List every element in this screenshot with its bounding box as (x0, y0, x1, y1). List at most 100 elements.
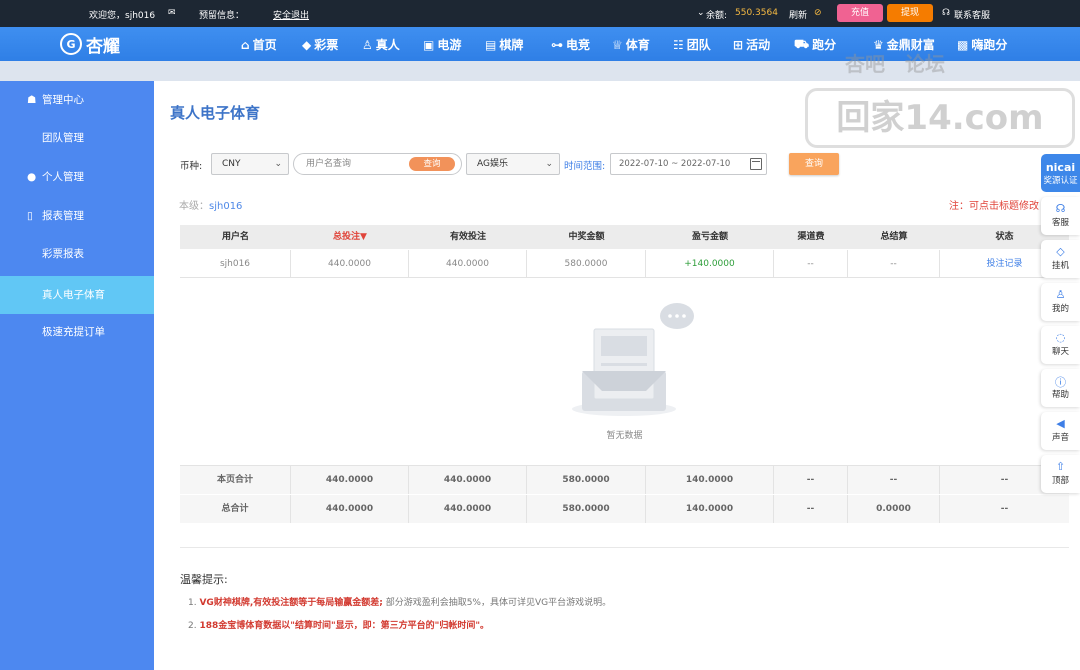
nav-team[interactable]: ☷ 团队 (673, 36, 711, 53)
refresh-button[interactable]: 刷新 (789, 8, 807, 21)
col-win-amount[interactable]: 中奖金额 (527, 225, 646, 249)
tip-highlight: 188金宝博体育数据以"结算时间"显示，即：第三方平台的"归帐时间"。 (199, 621, 490, 631)
cell-profit: +140.0000 (646, 250, 774, 277)
sidebar-item-team-management[interactable]: 团队管理 (0, 120, 154, 156)
username-search: 查询 (293, 153, 462, 175)
username-search-button[interactable]: 查询 (409, 157, 455, 171)
sidebar-item-live-electronic-sports[interactable]: 真人电子体育 (0, 276, 154, 314)
float-sound[interactable]: ◀ 声音 (1041, 412, 1080, 450)
username-search-input[interactable] (306, 157, 401, 171)
recharge-button[interactable]: 充值 (837, 4, 883, 22)
nav-label: 棋牌 (499, 38, 524, 52)
empty-state: 暂无数据 (180, 279, 1069, 466)
empty-data-icon (572, 303, 694, 416)
sidebar-item-label: 报表管理 (42, 210, 84, 222)
gamepad-icon: ⊶ (551, 37, 563, 52)
nav-paofen[interactable]: ⛟ 跑分 (794, 36, 836, 53)
float-help[interactable]: ⓘ 帮助 (1041, 369, 1080, 407)
level-label: 本级： (179, 201, 209, 212)
col-valid-bet[interactable]: 有效投注 (409, 225, 527, 249)
nav-chess[interactable]: ▤ 棋牌 (485, 36, 523, 53)
hide-eye-icon[interactable]: ⊘ (814, 8, 822, 18)
date-range-input[interactable]: 2022-07-10 ~ 2022-07-10 (610, 153, 767, 175)
page-total-settle: -- (848, 466, 940, 494)
watermark: 回家14.com (805, 88, 1075, 148)
chevron-down-icon: ⌄ (545, 159, 553, 169)
nav-label: 电游 (437, 38, 462, 52)
nav-live[interactable]: ♙ 真人 (362, 36, 400, 53)
query-button[interactable]: 查询 (789, 153, 839, 175)
sidebar-item-management-center[interactable]: ☗ 管理中心 (0, 82, 154, 118)
currency-select[interactable]: CNY ⌄ (211, 153, 289, 175)
col-settlement[interactable]: 总结算 (848, 225, 940, 249)
mail-icon[interactable]: ✉ (168, 8, 176, 18)
sidebar-item-report-management[interactable]: ▯ 报表管理 (0, 198, 154, 234)
nicai-cert-badge[interactable]: nicai 奖源认证 (1041, 154, 1080, 192)
home-icon: ⌂ (241, 37, 250, 52)
page-total-profit: 140.0000 (646, 466, 774, 494)
level-info: 本级：sjh016 (179, 197, 242, 212)
page-total-valid: 440.0000 (409, 466, 527, 494)
col-username[interactable]: 用户名 (180, 225, 291, 249)
nav-home[interactable]: ⌂ 首页 (241, 36, 277, 53)
time-range-label: 时间范围: (564, 161, 606, 172)
withdraw-button[interactable]: 提现 (887, 4, 933, 22)
nav-label: 活动 (746, 38, 771, 52)
float-label: 声音 (1051, 433, 1069, 443)
balance-value: 550.3564 (735, 8, 778, 18)
page-title: 真人电子体育 (170, 104, 261, 122)
col-channel-fee[interactable]: 渠道费 (774, 225, 848, 249)
grand-total-row: 总合计 440.0000 440.0000 580.0000 140.0000 … (180, 495, 1069, 523)
cell-valid-bet: 440.0000 (409, 250, 527, 277)
float-mine[interactable]: ♙ 我的 (1041, 283, 1080, 321)
nav-haipaofen[interactable]: ▩ 嗨跑分 (957, 36, 1007, 53)
sidebar-item-label: 极速充提订单 (42, 326, 105, 338)
page-total-fee: -- (774, 466, 848, 494)
help-icon: ⓘ (1055, 376, 1066, 389)
team-icon: ☷ (673, 37, 684, 52)
table-header-row: 用户名 总投注▼ 有效投注 中奖金额 盈亏金额 渠道费 总结算 状态 (180, 225, 1069, 249)
sidebar-item-personal-management[interactable]: ● 个人管理 (0, 159, 154, 195)
tip-2: 2. 188金宝博体育数据以"结算时间"显示，即：第三方平台的"归帐时间"。 (188, 618, 489, 631)
logo[interactable]: G 杏耀 (60, 31, 120, 57)
nav-activity[interactable]: ⊞ 活动 (733, 36, 770, 53)
grand-total-win: 580.0000 (527, 495, 646, 523)
cert-label: 奖源认证 (1043, 176, 1078, 186)
chevron-down-icon[interactable]: ⌄ (697, 8, 705, 18)
headset-icon: ☊ (942, 8, 950, 18)
trophy-icon: ♕ (612, 37, 623, 52)
support-link[interactable]: 联系客服 (954, 8, 990, 21)
float-customer-service[interactable]: ☊ 客服 (1041, 197, 1080, 235)
nav-esports[interactable]: ⊶ 电竞 (551, 36, 590, 53)
headset-icon: ☊ (1055, 202, 1066, 215)
float-chat[interactable]: ◌ 聊天 (1041, 326, 1080, 364)
cert-brand: nicai (1045, 161, 1076, 174)
nav-sports[interactable]: ♕ 体育 (612, 36, 650, 53)
tip-number: 2. (188, 621, 197, 631)
nav-label: 真人 (375, 38, 400, 52)
cell-win-amount: 580.0000 (527, 250, 646, 277)
nav-slots[interactable]: ▣ 电游 (423, 36, 461, 53)
level-value[interactable]: sjh016 (209, 201, 242, 212)
nav-lottery[interactable]: ◆ 彩票 (302, 36, 338, 53)
col-profit[interactable]: 盈亏金额 (646, 225, 774, 249)
table-row: sjh016 440.0000 440.0000 580.0000 +140.0… (180, 250, 1069, 278)
diamond-icon: ◇ (1056, 245, 1065, 258)
sidebar-item-lottery-report[interactable]: 彩票报表 (0, 236, 154, 272)
lottery-icon: ◆ (302, 37, 312, 52)
page-total-label: 本页合计 (180, 466, 291, 494)
nav-label: 体育 (625, 38, 650, 52)
logout-link[interactable]: 安全退出 (273, 8, 309, 21)
platform-select[interactable]: AG娱乐 ⌄ (466, 153, 560, 175)
float-top[interactable]: ⇧ 顶部 (1041, 455, 1080, 493)
nav-label: 电竞 (566, 38, 591, 52)
sidebar-item-fast-order[interactable]: 极速充提订单 (0, 314, 154, 350)
calendar-icon[interactable] (750, 158, 762, 170)
empty-text: 暂无数据 (606, 431, 643, 441)
users-icon: ☗ (27, 94, 37, 106)
nav-label: 跑分 (812, 38, 837, 52)
currency-label: 币种: (180, 161, 203, 172)
float-hangup[interactable]: ◇ 挂机 (1041, 240, 1080, 278)
col-total-bet[interactable]: 总投注▼ (291, 225, 409, 249)
cell-username: sjh016 (180, 250, 291, 277)
